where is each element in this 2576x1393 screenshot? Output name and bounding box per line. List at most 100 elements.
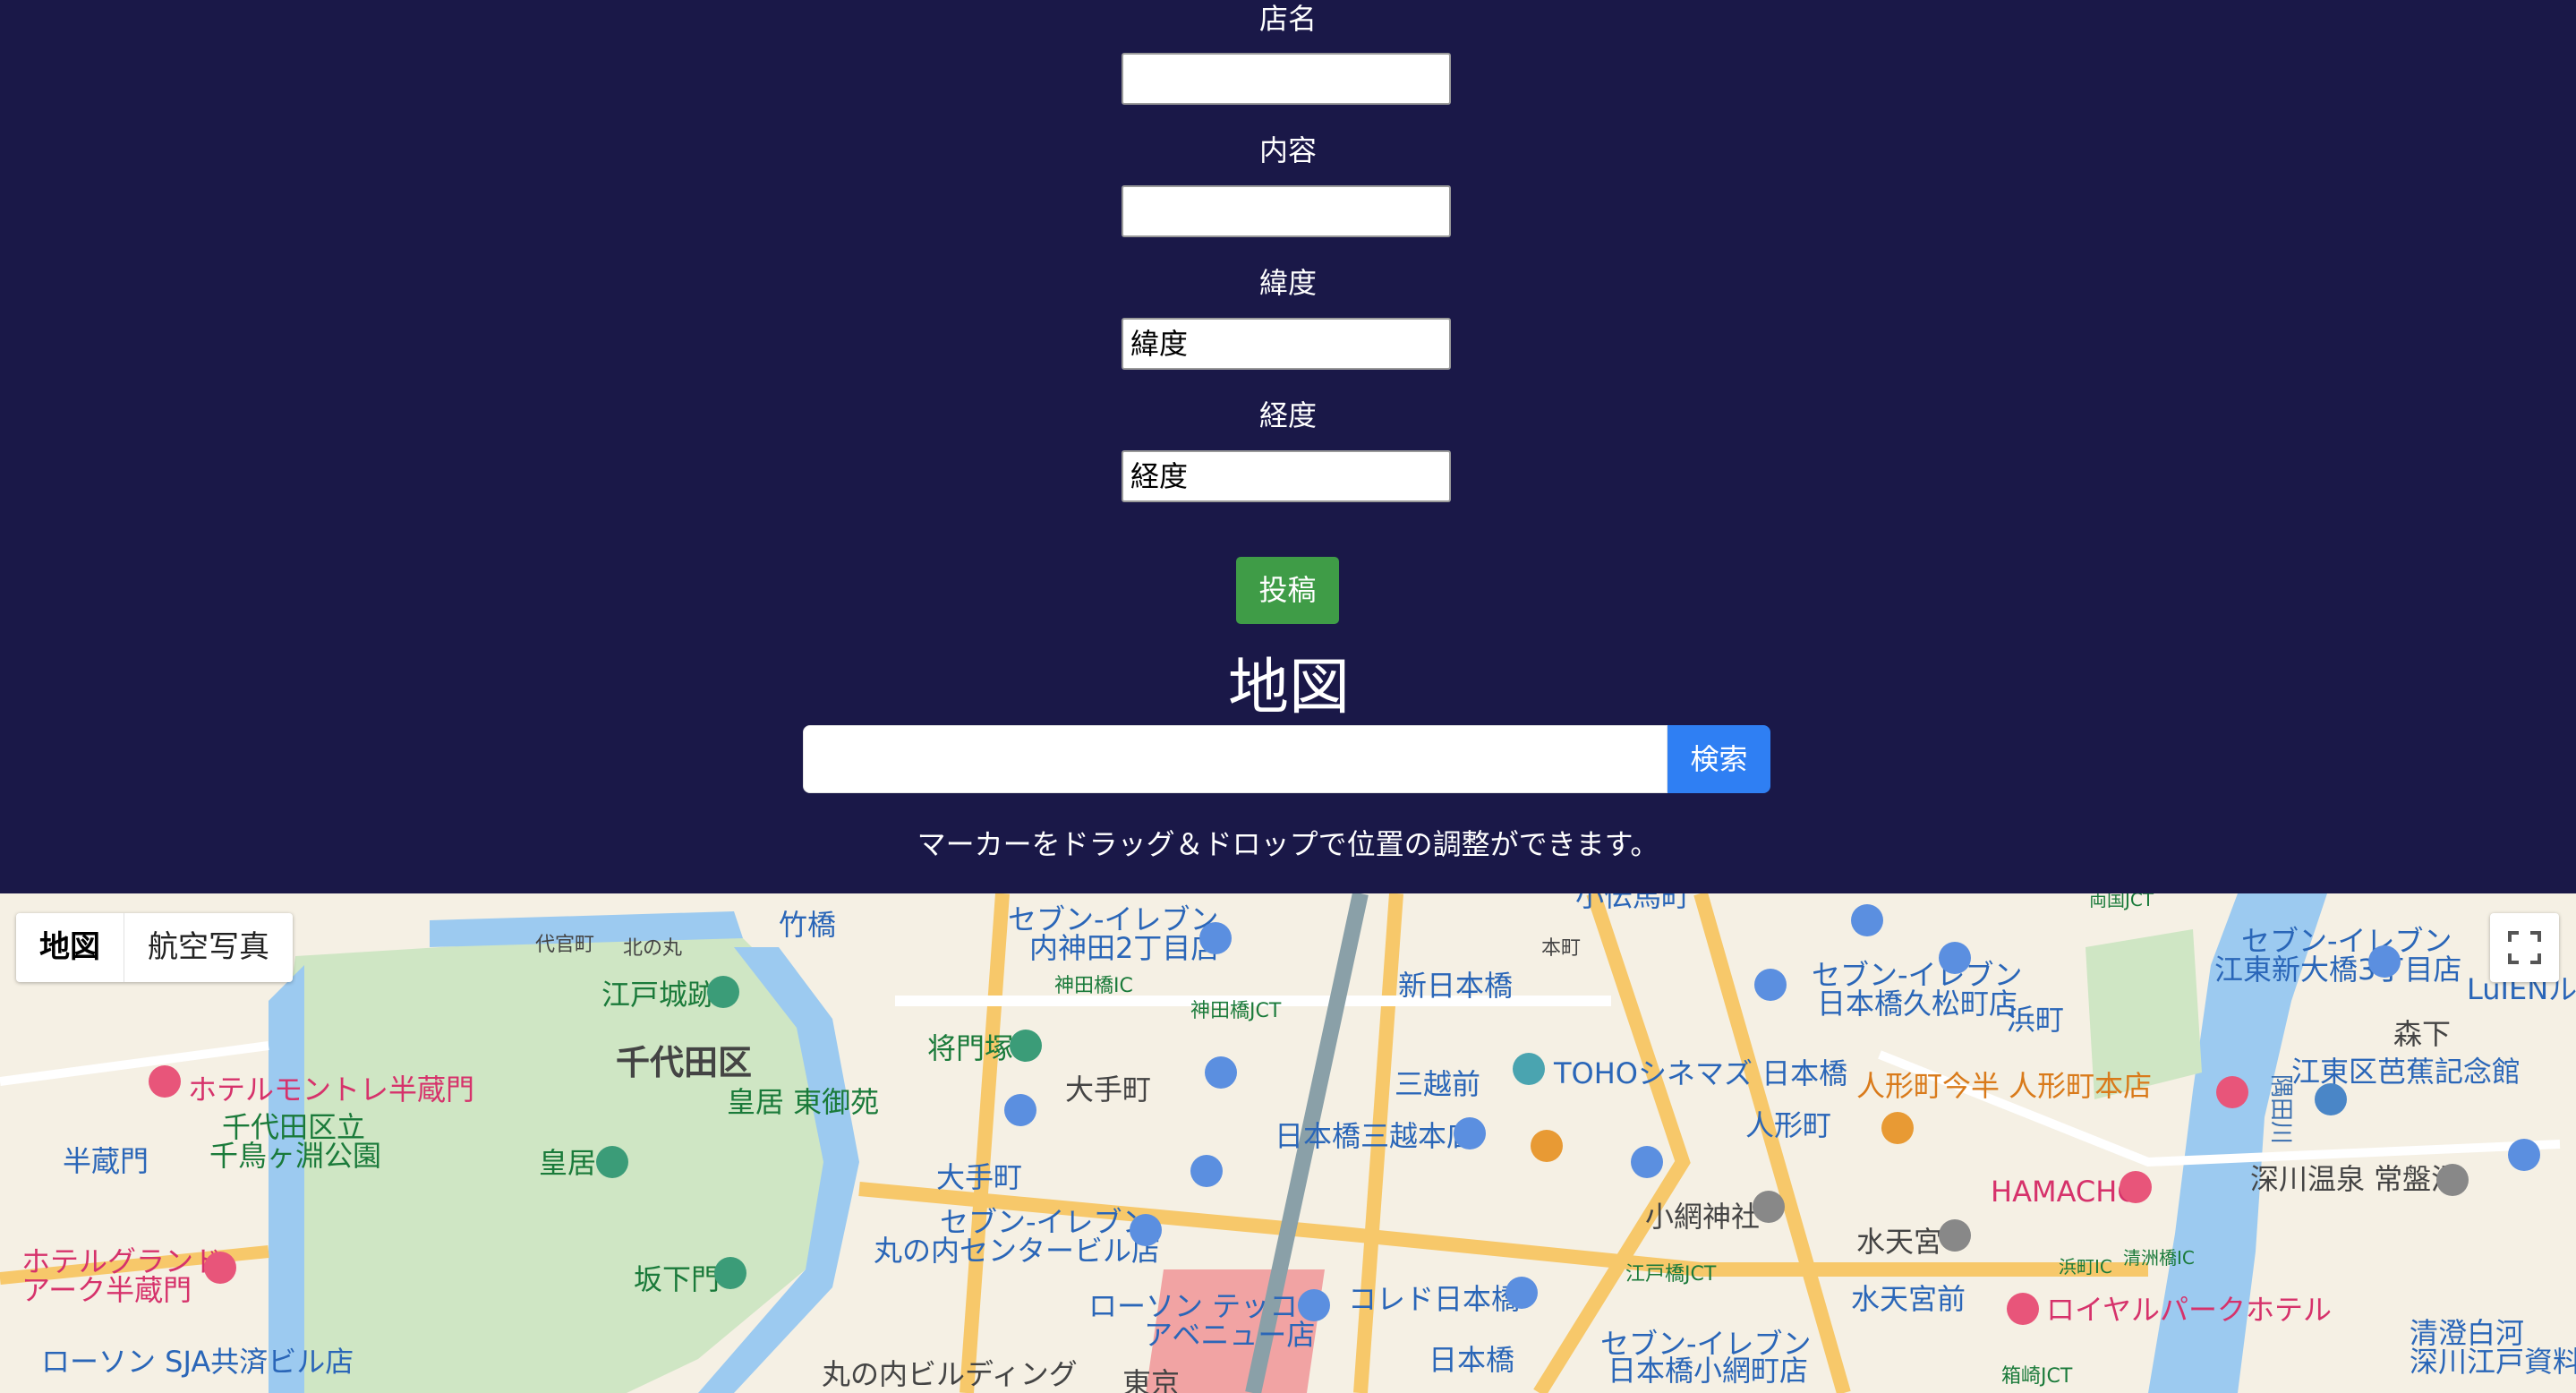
label-chidori2: 千鳥ヶ淵公園 [209,1139,381,1173]
label-kotobashi: 江東区芭蕉記念館 [2291,1055,2521,1089]
hotel-pin-icon[interactable] [2216,1076,2248,1108]
label-kokyo: 皇居 [539,1146,596,1180]
hotel-pin-icon[interactable] [204,1252,236,1284]
store-pin-icon[interactable] [1199,922,1232,954]
label-suitengumae: 水天宮前 [1851,1282,1966,1316]
label-kiyosubashi-ic: 清洲橋IC [2123,1247,2195,1269]
store-pin-icon[interactable] [1939,942,1971,974]
map-search-input[interactable] [803,725,1668,793]
post-form: 店名 内容 緯度 緯度 経度 経度 投稿 地図 検索 マーカーをドラッグ＆ドロッ… [0,0,2576,893]
label-morishita: 森下 [2393,1017,2451,1051]
latitude-label: 緯度 [1258,266,1317,300]
store-pin-icon[interactable] [1851,904,1883,936]
longitude-label: 経度 [1258,398,1317,432]
label-seven-marunouchi2: 丸の内センタービル店 [874,1234,1160,1268]
map-title: 地図 [1227,653,1350,723]
fullscreen-icon [2508,931,2541,964]
map-type-control: 地図 航空写真 [16,913,293,982]
label-takebashi: 竹橋 [779,908,836,942]
label-suitengu: 水天宮 [1856,1225,1942,1259]
label-toho: TOHOシネマズ 日本橋 [1553,1056,1847,1090]
content-input[interactable] [1122,185,1451,237]
park-pin-icon[interactable] [707,976,739,1008]
label-otemachi2: 大手町 [936,1160,1022,1194]
google-map[interactable]: 千代田区 江戸城跡 皇居 東御苑 皇居 坂下門 ホテルモントレ半蔵門 千代田区立… [0,893,2576,1393]
label-seven-koto2: 江東新大橋3丁目店 [2214,953,2461,987]
label-edo-jct: 江戸橋JCT [1625,1263,1717,1286]
shrine-pin-icon[interactable] [1939,1219,1971,1252]
label-mitsukoshimae: 三越前 [1395,1067,1480,1101]
label-edojo: 江戸城跡 [601,978,716,1012]
fullscreen-button[interactable] [2490,913,2559,982]
label-lawson-sja: ローソン SJA共済ビル店 [41,1345,354,1379]
label-chiyoda: 千代田区 [616,1043,752,1082]
label-hotel-grand2: アーク半蔵門 [21,1273,192,1307]
hotel-pin-icon[interactable] [2007,1293,2039,1325]
shopping-pin-icon[interactable] [1506,1277,1538,1309]
label-hanzomon: 半蔵門 [63,1144,149,1178]
label-ningyocho: 人形町 [1745,1108,1831,1142]
label-seven-uchikanda2: 内神田2丁目店 [1029,931,1219,965]
label-honcho: 本町 [1541,937,1581,960]
label-coredo: コレド日本橋 [1348,1282,1520,1316]
label-sakashita: 坂下門 [634,1262,720,1296]
bath-pin-icon[interactable] [2436,1164,2469,1196]
label-hotel-montre: ホテルモントレ半蔵門 [188,1073,474,1107]
store-pin-icon[interactable] [2368,945,2401,978]
latitude-input[interactable]: 緯度 [1122,318,1451,370]
label-kodenmacho: 小伝馬町 [1575,893,1690,913]
store-pin-icon[interactable] [1205,1056,1237,1089]
submit-button[interactable]: 投稿 [1236,557,1339,624]
museum-pin-icon[interactable] [2315,1083,2347,1115]
label-kokyo-higashi: 皇居 東御苑 [727,1085,879,1119]
label-masakado: 将門塚 [927,1031,1013,1065]
store-pin-icon[interactable] [1190,1155,1223,1187]
drag-hint-text: マーカーをドラッグ＆ドロップで位置の調整ができます。 [917,827,1659,861]
longitude-input[interactable]: 経度 [1122,450,1451,502]
store-pin-icon[interactable] [1631,1146,1663,1178]
label-kandabashi-jct: 神田橋JCT [1190,1000,1282,1022]
park-pin-icon[interactable] [1010,1030,1042,1062]
content-label: 内容 [1258,133,1317,167]
label-fukagawa: 深川温泉 常盤湯 [2250,1162,2460,1196]
road [960,893,1010,1393]
shopping-pin-icon[interactable] [1454,1117,1486,1149]
hotel-pin-icon[interactable] [2120,1171,2152,1203]
label-hakozaki-jct: 箱崎JCT [2001,1365,2073,1388]
hotel-pin-icon[interactable] [149,1065,181,1098]
park-pin-icon[interactable] [596,1146,628,1178]
shrine-pin-icon[interactable] [1753,1191,1785,1223]
label-hamacho-station: 浜町 [2007,1003,2064,1037]
label-marunouchi-bldg: 丸の内ビルディング [822,1357,1078,1391]
store-pin-icon[interactable] [1130,1214,1162,1246]
shop-name-input[interactable] [1122,53,1451,105]
map-type-map-tab[interactable]: 地図 [16,913,124,982]
store-pin-icon[interactable] [1298,1289,1330,1321]
store-pin-icon[interactable] [1754,969,1787,1001]
search-button[interactable]: 検索 [1668,725,1770,793]
label-kandabashi-ic: 神田橋IC [1054,975,1133,997]
store-pin-icon[interactable] [2508,1139,2540,1171]
label-nihonbashi-mitsukoshi: 日本橋三越本店 [1275,1119,1475,1153]
label-nihonbashi: 日本橋 [1429,1343,1514,1377]
label-lawson-tekko2: アベニュー店 [1144,1318,1315,1352]
label-sumidagawa: 隅田川 [2267,1074,2294,1144]
label-seven-hisamatsu2: 日本橋久松町店 [1817,987,2017,1021]
store-pin-icon[interactable] [1004,1094,1036,1126]
restaurant-pin-icon[interactable] [1881,1112,1914,1144]
label-ryogoku-jct: 両国JCT [2089,893,2154,910]
label-fukagawa-edo: 深川江戸資料館 [2410,1345,2576,1379]
map-type-satellite-tab[interactable]: 航空写真 [124,913,293,982]
label-tokyo: 東京 [1122,1366,1180,1393]
map-canvas: 千代田区 江戸城跡 皇居 東御苑 皇居 坂下門 ホテルモントレ半蔵門 千代田区立… [0,893,2576,1393]
label-royal-park: ロイヤルパークホテル [2046,1293,2332,1327]
label-hamacho: HAMACHO [1991,1175,2139,1209]
label-hamacho-ic: 浜町IC [2059,1256,2112,1278]
cinema-pin-icon[interactable] [1513,1053,1545,1085]
label-shin-nihonbashi: 新日本橋 [1398,969,1513,1003]
label-koami: 小網神社 [1645,1200,1760,1234]
park-pin-icon[interactable] [714,1257,746,1289]
restaurant-pin-icon[interactable] [1531,1130,1563,1162]
label-otemachi1: 大手町 [1065,1073,1151,1107]
label-imahan: 人形町今半 人形町本店 [1856,1069,2152,1103]
